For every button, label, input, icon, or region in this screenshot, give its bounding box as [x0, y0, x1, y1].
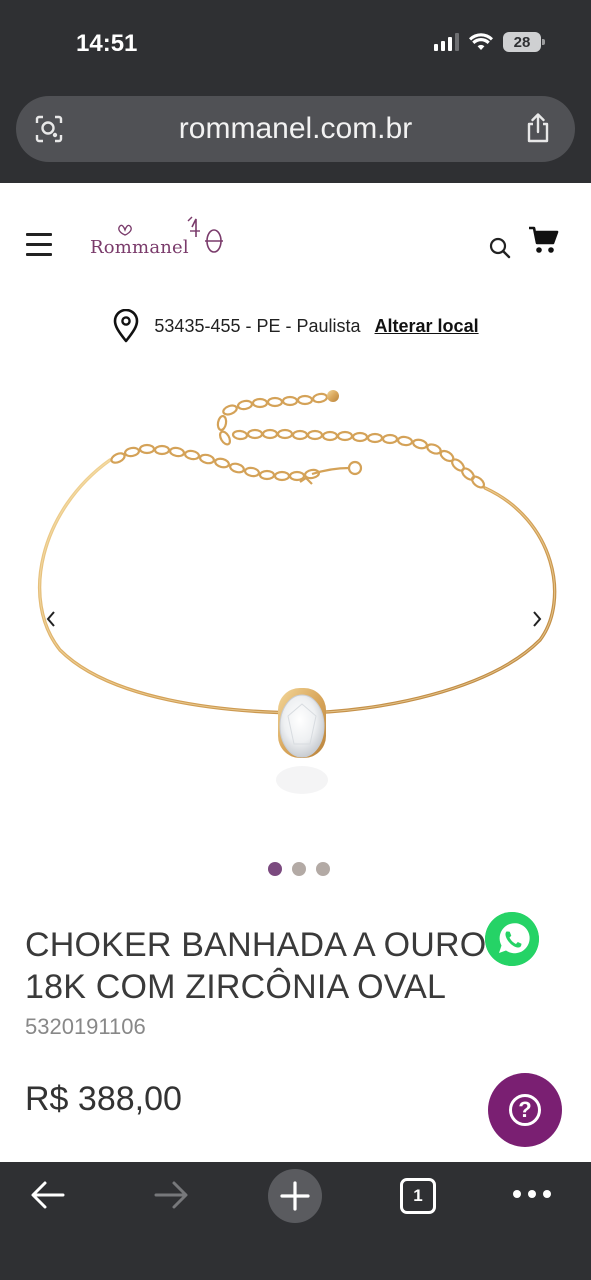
- help-button[interactable]: ?: [488, 1073, 562, 1147]
- more-icon[interactable]: [513, 1190, 551, 1200]
- search-icon[interactable]: [488, 236, 512, 260]
- status-time: 14:51: [76, 30, 138, 57]
- back-icon[interactable]: [30, 1180, 66, 1210]
- carousel-prev-icon[interactable]: [44, 608, 58, 630]
- tabs-icon[interactable]: 1: [400, 1178, 436, 1214]
- change-location-link[interactable]: Alterar local: [375, 316, 479, 337]
- logo-40-icon: [187, 216, 223, 253]
- location-text: 53435-455 - PE - Paulista: [154, 315, 361, 336]
- gem-pendant: [276, 688, 328, 794]
- product-image[interactable]: [0, 360, 591, 840]
- address-bar[interactable]: rommanel.com.br: [16, 96, 575, 162]
- whatsapp-icon[interactable]: [485, 912, 539, 966]
- url-text[interactable]: rommanel.com.br: [16, 112, 575, 146]
- carousel-dots: [0, 862, 591, 876]
- location-row: 53435-455 - PE - Paulista Alterar local: [0, 306, 591, 346]
- product-price: R$ 388,00: [25, 1080, 182, 1118]
- browser-bottom-bar: 1: [0, 1162, 591, 1280]
- location-pin-icon: [114, 309, 139, 343]
- logo-flower-icon: [118, 224, 132, 236]
- share-icon[interactable]: [523, 112, 553, 144]
- new-tab-button[interactable]: [268, 1169, 322, 1223]
- cart-icon[interactable]: [528, 225, 560, 255]
- carousel-next-icon[interactable]: [530, 608, 544, 630]
- signal-icon: [434, 33, 459, 51]
- menu-icon[interactable]: [26, 233, 52, 256]
- carousel-dot-1[interactable]: [267, 862, 282, 876]
- site-header: Rommanel: [0, 183, 591, 293]
- product-sku: 5320191106: [25, 1014, 146, 1039]
- help-icon: ?: [509, 1094, 541, 1126]
- carousel-dot-2[interactable]: [291, 862, 306, 876]
- wifi-icon: [469, 33, 493, 50]
- product-title: CHOKER BANHADA A OURO 18K COM ZIRCÔNIA O…: [25, 926, 487, 1006]
- carousel-dot-3[interactable]: [315, 862, 330, 876]
- brand-logo[interactable]: Rommanel: [90, 215, 230, 265]
- screen: 14:51 28 rommanel.com.br Rommanel 53435-…: [0, 0, 591, 1280]
- new-tab-icon: [280, 1181, 310, 1211]
- browser-top-bar: 14:51 28 rommanel.com.br: [0, 0, 591, 183]
- battery-icon: 28: [503, 32, 545, 52]
- forward-icon[interactable]: [153, 1180, 189, 1210]
- logo-text: Rommanel: [90, 237, 189, 258]
- status-icons: 28: [434, 32, 545, 52]
